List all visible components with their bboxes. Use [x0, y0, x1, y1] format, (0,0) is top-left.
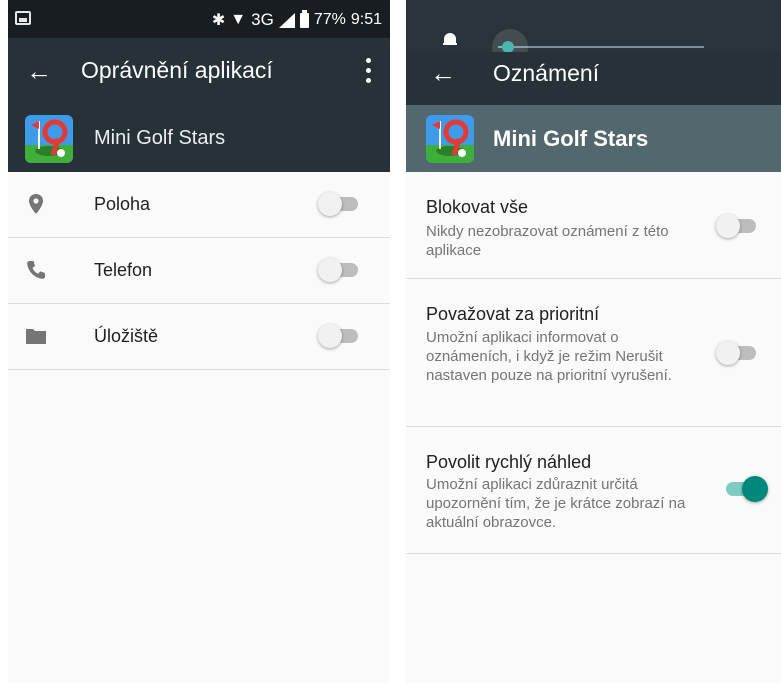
signal-icon — [278, 12, 295, 28]
bell-icon — [443, 33, 457, 47]
arrow-back-icon[interactable]: ← — [26, 54, 52, 88]
phone-toggle[interactable] — [318, 258, 358, 282]
folder-icon — [25, 325, 47, 347]
app-name: Mini Golf Stars — [94, 127, 226, 149]
app-name: Mini Golf Stars — [493, 126, 649, 151]
setting-summary: Umožní aplikaci zdůraznit určitá upozorn… — [426, 476, 686, 531]
more-vert-icon[interactable] — [366, 58, 372, 84]
setting-block-all[interactable]: Blokovat vše Nikdy nezobrazovat oznámení… — [406, 172, 781, 279]
app-bar: ← Oprávnění aplikací — [8, 38, 390, 105]
app-header: Mini Golf Stars — [8, 105, 390, 172]
battery-icon — [299, 9, 309, 28]
peek-toggle[interactable] — [726, 476, 770, 502]
clock: 9:51 — [350, 11, 382, 28]
setting-title: Povolit rychlý náhled — [426, 452, 592, 472]
app-bar: ← Oznámení — [406, 52, 781, 105]
setting-title: Blokovat vše — [426, 197, 529, 217]
status-icons: ✱ ▼ 3G 77% 9:51 — [211, 9, 382, 30]
page-title: Oznámení — [493, 60, 600, 86]
setting-peek[interactable]: Povolit rychlý náhled Umožní aplikaci zd… — [406, 427, 781, 554]
permission-row-phone[interactable]: Telefon — [8, 238, 390, 304]
location-pin-icon — [25, 193, 47, 215]
image-notification-icon — [15, 11, 31, 25]
volume-slider-track[interactable] — [498, 46, 704, 48]
app-permissions-screen: ✱ ▼ 3G 77% 9:51 ← Oprávnění aplikací Min… — [8, 0, 390, 683]
arrow-back-icon[interactable]: ← — [430, 56, 456, 90]
volume-panel — [406, 0, 781, 65]
permission-label: Úložiště — [94, 326, 159, 346]
block-all-toggle[interactable] — [716, 214, 756, 238]
phone-icon — [25, 259, 47, 281]
page-title: Oprávnění aplikací — [81, 57, 273, 83]
network-type: 3G — [251, 10, 274, 29]
mini-golf-stars-app-icon — [426, 115, 474, 163]
permission-row-location[interactable]: Poloha — [8, 172, 390, 238]
storage-toggle[interactable] — [318, 324, 358, 348]
status-bar: ✱ ▼ 3G 77% 9:51 — [8, 0, 390, 38]
wifi-icon: ▼ — [230, 11, 247, 28]
setting-priority[interactable]: Považovat za prioritní Umožní aplikaci i… — [406, 279, 781, 427]
setting-summary: Nikdy nezobrazovat oznámení z této aplik… — [426, 223, 669, 259]
setting-summary: Umožní aplikaci informovat o oznámeních,… — [426, 329, 672, 384]
permission-row-storage[interactable]: Úložiště — [8, 304, 390, 370]
app-header: Mini Golf Stars — [406, 105, 781, 172]
priority-toggle[interactable] — [716, 341, 756, 365]
permission-label: Telefon — [94, 260, 153, 280]
notifications-screen: ← Oznámení Mini Golf Stars Blokovat vše … — [406, 0, 781, 683]
permission-label: Poloha — [94, 194, 151, 214]
setting-title: Považovat za prioritní — [426, 304, 600, 324]
location-toggle[interactable] — [318, 192, 358, 216]
bluetooth-icon: ✱ — [211, 12, 226, 29]
battery-percentage: 77% — [313, 11, 346, 28]
screen-divider — [390, 0, 406, 683]
mini-golf-stars-app-icon — [25, 115, 73, 163]
